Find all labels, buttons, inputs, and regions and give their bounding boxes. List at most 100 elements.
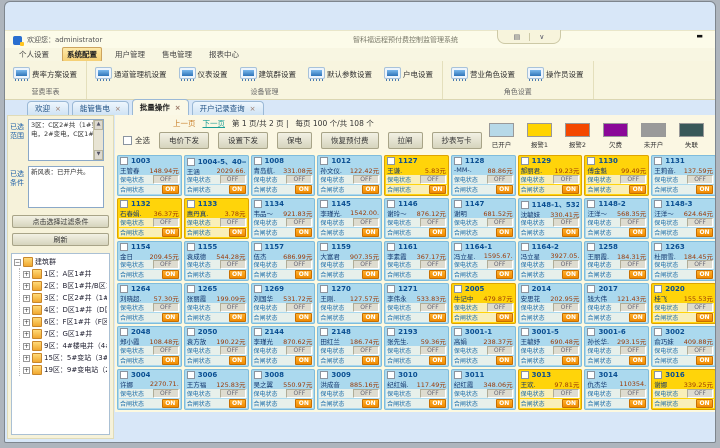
- document-tab[interactable]: 批量操作 ×: [132, 99, 189, 115]
- ribbon-button[interactable]: 户电设置: [385, 68, 433, 81]
- room-card[interactable]: 3008 吴之翼 550.97元 保电状态 OFF 合闸状态 ON: [251, 369, 316, 410]
- select-all[interactable]: 全选: [123, 135, 150, 146]
- minimize-icon[interactable]: ▬: [696, 32, 703, 40]
- expand-icon[interactable]: +: [23, 283, 30, 290]
- tree-item[interactable]: + 4区：D区1#井（D区1: [23, 304, 107, 316]
- room-card[interactable]: 1148-1、532 沈毓妹 330.41元 保电状态 OFF 合闸状态 ON: [518, 198, 583, 239]
- menu-item[interactable]: 个人设置: [15, 48, 53, 61]
- room-checkbox[interactable]: [654, 157, 662, 165]
- room-checkbox[interactable]: [254, 243, 262, 251]
- room-card[interactable]: 1263 杜丽雪. 184.45元 保电状态 OFF 合闸状态 ON: [651, 241, 716, 282]
- close-icon[interactable]: ×: [250, 105, 256, 113]
- room-card[interactable]: 3006 王方福 125.83元 保电状态 OFF 合闸状态 ON: [184, 369, 249, 410]
- room-checkbox[interactable]: [454, 371, 462, 379]
- collapse-icon[interactable]: −: [14, 259, 21, 266]
- room-checkbox[interactable]: [187, 200, 195, 208]
- room-card[interactable]: 2005 牛记中 479.87元 保电状态 OFF 合闸状态 ON: [451, 283, 516, 324]
- toolbar-button[interactable]: 抄表写卡: [432, 132, 482, 149]
- ribbon-button[interactable]: 费率方案设置: [14, 68, 77, 81]
- ribbon-button[interactable]: 操作员设置: [528, 68, 584, 81]
- room-checkbox[interactable]: [387, 371, 395, 379]
- room-checkbox[interactable]: [187, 285, 195, 293]
- scroll-up-icon[interactable]: ▲: [94, 120, 103, 130]
- selected-condition-listbox[interactable]: 新风表：已开户共。: [28, 166, 104, 208]
- room-card[interactable]: 1012 孙文仪. 122.42元 保电状态 OFF 合闸状态 ON: [317, 155, 382, 196]
- room-card[interactable]: 1157 伍杰 686.99元 保电状态 OFF 合闸状态 ON: [251, 241, 316, 282]
- room-card[interactable]: 1154 金日 209.45元 保电状态 OFF 合闸状态 ON: [117, 241, 182, 282]
- tree-item[interactable]: + 1区：A区1#井: [23, 268, 107, 280]
- room-checkbox[interactable]: [454, 328, 462, 336]
- room-checkbox[interactable]: [254, 200, 262, 208]
- room-card[interactable]: 1130 傅金魁 99.49元 保电状态 OFF 合闸状态 ON: [584, 155, 649, 196]
- close-icon[interactable]: ×: [55, 105, 61, 113]
- room-card[interactable]: 1265 张丽霞 199.09元 保电状态 OFF 合闸状态 ON: [184, 283, 249, 324]
- room-card[interactable]: 2148 田红兰 186.74元 保电状态 OFF 合闸状态 ON: [317, 326, 382, 367]
- room-checkbox[interactable]: [187, 158, 195, 166]
- room-checkbox[interactable]: [587, 200, 595, 208]
- room-checkbox[interactable]: [187, 328, 195, 336]
- room-checkbox[interactable]: [454, 157, 462, 165]
- document-tab[interactable]: 开户记录查询 ×: [192, 101, 264, 115]
- room-checkbox[interactable]: [587, 371, 595, 379]
- room-checkbox[interactable]: [587, 285, 595, 293]
- room-checkbox[interactable]: [587, 157, 595, 165]
- room-card[interactable]: 1147 谢明 681.52元 保电状态 OFF 合闸状态 ON: [451, 198, 516, 239]
- room-checkbox[interactable]: [587, 243, 595, 251]
- listbox-scrollbar[interactable]: ▲ ▼: [93, 120, 103, 160]
- room-checkbox[interactable]: [254, 157, 262, 165]
- room-checkbox[interactable]: [387, 157, 395, 165]
- toolbar-button[interactable]: 设置下发: [218, 132, 268, 149]
- room-checkbox[interactable]: [187, 371, 195, 379]
- toolbar-button[interactable]: 电价下发: [159, 132, 209, 149]
- room-card[interactable]: 1271 李伟永 533.83元 保电状态 OFF 合闸状态 ON: [384, 283, 449, 324]
- select-all-checkbox[interactable]: [123, 136, 132, 145]
- room-card[interactable]: 2048 郑小霞 108.48元 保电状态 OFF 合闸状态 ON: [117, 326, 182, 367]
- room-checkbox[interactable]: [521, 285, 529, 293]
- choose-filter-button[interactable]: 点击选择过滤条件: [12, 215, 109, 228]
- room-checkbox[interactable]: [454, 285, 462, 293]
- close-icon[interactable]: ×: [175, 104, 181, 112]
- room-card[interactable]: 3001-1 高娟 238.37元 保电状态 OFF 合闸状态 ON: [451, 326, 516, 367]
- room-card[interactable]: 3016 谢娜 339.25元 保电状态 OFF 合闸状态 ON: [651, 369, 716, 410]
- room-checkbox[interactable]: [654, 371, 662, 379]
- room-checkbox[interactable]: [454, 200, 462, 208]
- toolbar-button[interactable]: 拉闸: [388, 132, 423, 149]
- grid-icon[interactable]: ▤: [514, 33, 521, 41]
- room-checkbox[interactable]: [521, 371, 529, 379]
- room-card[interactable]: 1146 谢玲～ 876.12元 保电状态 OFF 合闸状态 ON: [384, 198, 449, 239]
- room-card[interactable]: 3013 王欢. 97.81元 保电状态 OFF 合闸状态 ON: [518, 369, 583, 410]
- room-checkbox[interactable]: [254, 285, 262, 293]
- tree-root[interactable]: − 建筑群: [14, 256, 107, 268]
- room-checkbox[interactable]: [654, 200, 662, 208]
- room-card[interactable]: 3010 纪红娟. 117.49元 保电状态 OFF 合闸状态 ON: [384, 369, 449, 410]
- ribbon-button[interactable]: 通道管理机设置: [96, 68, 167, 81]
- room-card[interactable]: 2193 张先生. 59.36元 保电状态 OFF 合闸状态 ON: [384, 326, 449, 367]
- room-card[interactable]: 1155 袁成德 544.28元 保电状态 OFF 合闸状态 ON: [184, 241, 249, 282]
- room-checkbox[interactable]: [387, 328, 395, 336]
- expand-icon[interactable]: +: [23, 331, 30, 338]
- room-checkbox[interactable]: [320, 200, 328, 208]
- expand-icon[interactable]: +: [23, 307, 30, 314]
- room-checkbox[interactable]: [120, 285, 128, 293]
- room-card[interactable]: 1145 李瑾光. 1542.00. 保电状态 OFF 合闸状态 ON: [317, 198, 382, 239]
- document-tab[interactable]: 能管售电 ×: [72, 101, 129, 115]
- expand-icon[interactable]: +: [23, 271, 30, 278]
- room-checkbox[interactable]: [587, 328, 595, 336]
- room-checkbox[interactable]: [387, 285, 395, 293]
- room-card[interactable]: 2020 桂飞 155.53元 保电状态 OFF 合闸状态 ON: [651, 283, 716, 324]
- room-card[interactable]: 1264 刘晓超. 57.30元 保电状态 OFF 合闸状态 ON: [117, 283, 182, 324]
- tree-item[interactable]: + 6区：F区1#井（F区1#: [23, 316, 107, 328]
- room-checkbox[interactable]: [120, 200, 128, 208]
- tree-item[interactable]: + 19区：9#变电站（2#: [23, 364, 107, 376]
- room-checkbox[interactable]: [320, 243, 328, 251]
- room-checkbox[interactable]: [254, 371, 262, 379]
- room-card[interactable]: 3004 许娜 2270.71. 保电状态 OFF 合闸状态 ON: [117, 369, 182, 410]
- room-checkbox[interactable]: [187, 243, 195, 251]
- menu-item[interactable]: 系统配置: [62, 47, 102, 62]
- menu-item[interactable]: 用户管理: [111, 48, 149, 61]
- room-card[interactable]: 3009 洪成音 885.16元 保电状态 OFF 合闸状态 ON: [317, 369, 382, 410]
- room-checkbox[interactable]: [320, 371, 328, 379]
- room-checkbox[interactable]: [320, 285, 328, 293]
- tree-item[interactable]: + 15区：5#变站（3#变: [23, 352, 107, 364]
- ribbon-button[interactable]: 营业角色设置: [452, 68, 515, 81]
